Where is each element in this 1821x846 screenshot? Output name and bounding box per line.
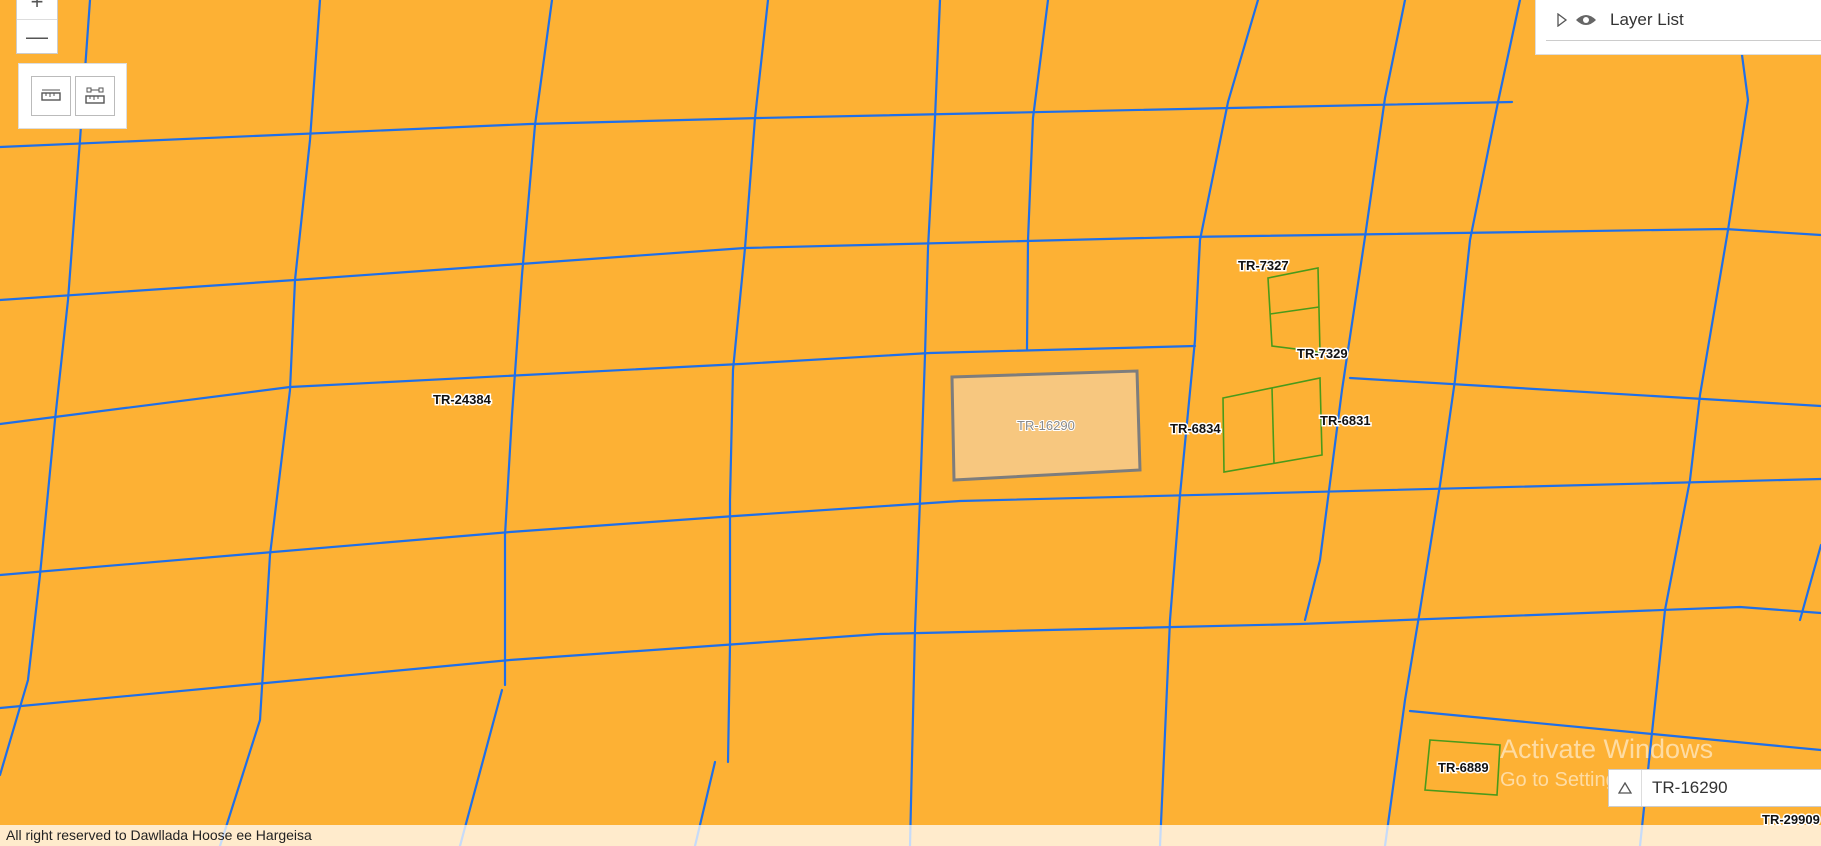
selected-parcel-label: TR-16290 xyxy=(1017,418,1075,433)
layer-list-row[interactable]: Layer List xyxy=(1556,10,1684,30)
parcel-label: TR-7329 xyxy=(1297,346,1348,361)
parcel-label: TR-6889 xyxy=(1438,760,1489,775)
parcel-label: TR-6831 xyxy=(1320,413,1371,428)
plus-icon[interactable]: + xyxy=(17,0,57,19)
triangle-up-icon[interactable] xyxy=(1609,770,1642,806)
measure-area-button[interactable] xyxy=(75,76,115,116)
feature-search-box[interactable]: TR-16290 xyxy=(1608,769,1821,807)
parcel-label: TR-24384 xyxy=(433,392,492,407)
watermark-line1: Activate Windows xyxy=(1500,734,1714,764)
ruler-icon xyxy=(41,89,61,101)
zoom-control: + — xyxy=(16,0,58,54)
parcel-label: TR-6834 xyxy=(1170,421,1221,436)
search-value: TR-16290 xyxy=(1652,778,1728,797)
zoom-out-symbol: — xyxy=(26,24,48,49)
minus-icon[interactable]: — xyxy=(17,19,57,54)
eye-icon[interactable] xyxy=(1574,12,1598,28)
parcel-label: TR-7327 xyxy=(1238,258,1289,273)
measure-distance-button[interactable] xyxy=(31,76,71,116)
triangle-right-icon[interactable] xyxy=(1556,13,1568,27)
divider xyxy=(1546,40,1821,41)
measurement-toolbar xyxy=(18,63,127,129)
layer-list-panel: Layer List xyxy=(1535,0,1821,55)
attribution-bar: All right reserved to Dawllada Hoose ee … xyxy=(0,825,1821,846)
map-canvas[interactable]: TR-24384 TR-7327 TR-7329 TR-6834 TR-6831… xyxy=(0,0,1821,846)
area-ruler-icon xyxy=(85,87,105,104)
layer-list-title: Layer List xyxy=(1610,10,1684,29)
